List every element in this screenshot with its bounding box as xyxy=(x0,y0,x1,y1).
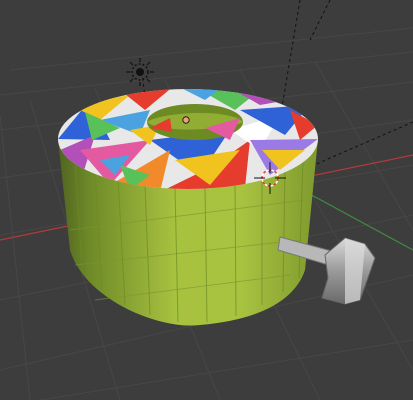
viewport-canvas[interactable] xyxy=(0,0,413,400)
sun-lamp-icon[interactable] xyxy=(126,58,154,86)
3d-viewport[interactable] xyxy=(0,0,413,400)
origin-dot-icon xyxy=(182,116,190,124)
